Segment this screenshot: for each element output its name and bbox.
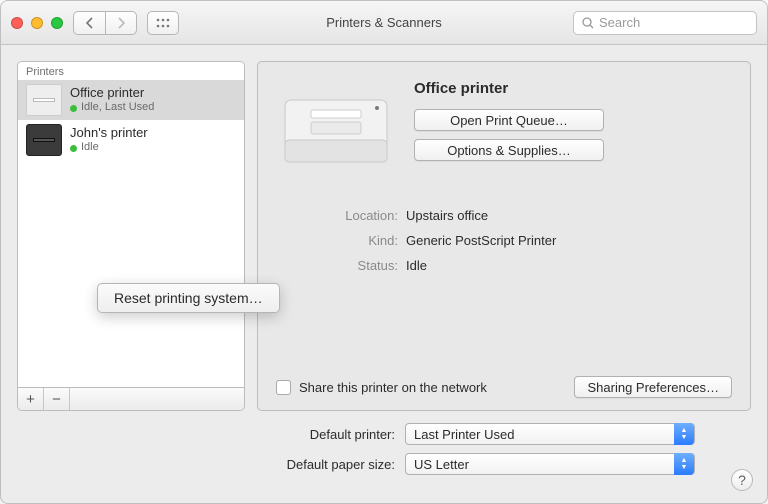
printer-detail-title: Office printer	[414, 80, 732, 97]
preferences-window: Printers & Scanners Printers Office prin…	[0, 0, 768, 504]
printers-sidebar: Printers Office printer Idle, Last Used …	[17, 61, 245, 411]
status-value: Idle	[406, 258, 732, 273]
search-icon	[582, 17, 594, 29]
chevron-right-icon	[117, 17, 126, 29]
default-printer-label: Default printer:	[310, 427, 395, 442]
printer-list-item[interactable]: John's printer Idle	[18, 120, 244, 160]
status-label: Status:	[276, 258, 406, 273]
printer-list: Office printer Idle, Last Used John's pr…	[18, 80, 244, 387]
sidebar-footer: + −	[18, 387, 244, 410]
zoom-window-button[interactable]	[51, 17, 63, 29]
top-row: Printers Office printer Idle, Last Used …	[17, 61, 751, 411]
chevron-left-icon	[85, 17, 94, 29]
nav-buttons	[73, 11, 137, 35]
printer-info-grid: Location: Upstairs office Kind: Generic …	[276, 208, 732, 273]
share-printer-label: Share this printer on the network	[299, 380, 487, 395]
add-printer-button[interactable]: +	[18, 388, 44, 410]
options-supplies-button[interactable]: Options & Supplies…	[414, 139, 604, 161]
select-arrows-icon: ▲▼	[674, 453, 694, 475]
location-label: Location:	[276, 208, 406, 223]
content-area: Printers Office printer Idle, Last Used …	[1, 45, 767, 503]
default-paper-row: Default paper size: US Letter ▲▼	[17, 453, 735, 475]
printer-status: Idle	[70, 141, 148, 155]
printer-large-icon	[276, 80, 396, 180]
sidebar-header: Printers	[18, 62, 244, 80]
printer-detail-panel: Office printer Open Print Queue… Options…	[257, 61, 751, 411]
remove-printer-button[interactable]: −	[44, 388, 70, 410]
status-dot-icon	[70, 105, 77, 112]
forward-button[interactable]	[105, 11, 137, 35]
printer-name: Office printer	[70, 85, 154, 101]
printer-name: John's printer	[70, 125, 148, 141]
default-paper-select[interactable]: US Letter ▲▼	[405, 453, 695, 475]
close-window-button[interactable]	[11, 17, 23, 29]
search-input[interactable]	[599, 15, 748, 30]
titlebar: Printers & Scanners	[1, 1, 767, 45]
detail-right: Office printer Open Print Queue… Options…	[414, 80, 732, 180]
kind-label: Kind:	[276, 233, 406, 248]
default-printer-select[interactable]: Last Printer Used ▲▼	[405, 423, 695, 445]
status-dot-icon	[70, 145, 77, 152]
open-print-queue-button[interactable]: Open Print Queue…	[414, 109, 604, 131]
show-all-button[interactable]	[147, 11, 179, 35]
share-row: Share this printer on the network Sharin…	[276, 364, 732, 398]
reset-printing-system-menu-item[interactable]: Reset printing system…	[114, 290, 263, 306]
printer-icon	[26, 124, 62, 156]
search-field[interactable]	[573, 11, 757, 35]
default-paper-label: Default paper size:	[287, 457, 395, 472]
minimize-window-button[interactable]	[31, 17, 43, 29]
kind-value: Generic PostScript Printer	[406, 233, 732, 248]
help-button[interactable]: ?	[731, 469, 753, 491]
back-button[interactable]	[73, 11, 105, 35]
select-arrows-icon: ▲▼	[674, 423, 694, 445]
window-controls	[11, 17, 63, 29]
location-value: Upstairs office	[406, 208, 732, 223]
default-printer-row: Default printer: Last Printer Used ▲▼	[17, 423, 735, 445]
sharing-preferences-button[interactable]: Sharing Preferences…	[574, 376, 732, 398]
detail-top: Office printer Open Print Queue… Options…	[276, 80, 732, 180]
printer-status: Idle, Last Used	[70, 101, 154, 115]
grid-icon	[156, 18, 170, 28]
share-printer-checkbox[interactable]	[276, 380, 291, 395]
printer-icon	[26, 84, 62, 116]
printer-list-item[interactable]: Office printer Idle, Last Used	[18, 80, 244, 120]
context-menu: Reset printing system…	[97, 283, 280, 313]
bottom-settings: Default printer: Last Printer Used ▲▼ De…	[17, 421, 751, 475]
